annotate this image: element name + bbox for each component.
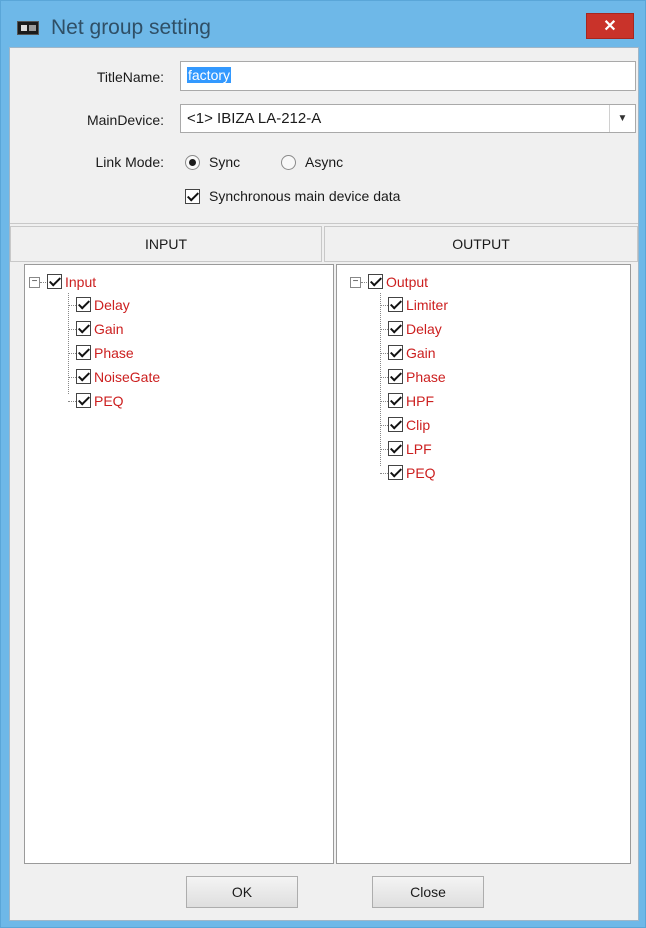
tree-node-label: Gain <box>406 345 436 361</box>
settings-form: TitleName: factory MainDevice: <1> IBIZA… <box>10 48 638 224</box>
clip-checkbox[interactable] <box>388 417 403 432</box>
peq-checkbox[interactable] <box>76 393 91 408</box>
tree-node-input-noisegate[interactable]: NoiseGate <box>76 367 276 387</box>
output-tree: − Output Limiter Delay Gain Phase HPF Cl… <box>336 264 631 864</box>
ok-button[interactable]: OK <box>186 876 298 908</box>
chevron-down-icon[interactable]: ▼ <box>609 105 635 132</box>
title-name-input[interactable]: factory <box>180 61 636 91</box>
tree-node-output-hpf[interactable]: HPF <box>388 391 588 411</box>
lpf-checkbox[interactable] <box>388 441 403 456</box>
tree-node-output-lpf[interactable]: LPF <box>388 439 588 459</box>
main-device-value: <1> IBIZA LA-212-A <box>187 110 322 127</box>
main-device-label: MainDevice: <box>86 112 164 128</box>
gain-checkbox[interactable] <box>388 345 403 360</box>
tree-node-output-clip[interactable]: Clip <box>388 415 588 435</box>
title-name-label: TitleName: <box>96 69 164 85</box>
tree-node-input-delay[interactable]: Delay <box>76 295 276 315</box>
radio-async-label: Async <box>305 154 344 170</box>
delay-checkbox[interactable] <box>76 297 91 312</box>
close-button[interactable]: Close <box>372 876 484 908</box>
tree-node-output[interactable]: Output <box>368 272 568 292</box>
noisegate-checkbox[interactable] <box>76 369 91 384</box>
title-bar[interactable]: Net group setting ✕ <box>1 1 645 47</box>
minus-box-icon[interactable]: − <box>350 277 361 288</box>
tree-node-label: Phase <box>94 345 134 361</box>
delay-checkbox[interactable] <box>388 321 403 336</box>
title-name-value: factory <box>187 67 232 83</box>
tree-node-label: Phase <box>406 369 446 385</box>
output-column-header: OUTPUT <box>324 226 638 262</box>
radio-async[interactable] <box>281 155 296 170</box>
tree-node-label: PEQ <box>406 465 436 481</box>
app-icon <box>17 21 39 35</box>
phase-checkbox[interactable] <box>388 369 403 384</box>
tree-node-output-phase[interactable]: Phase <box>388 367 588 387</box>
hpf-checkbox[interactable] <box>388 393 403 408</box>
dialog-body: TitleName: factory MainDevice: <1> IBIZA… <box>9 47 639 921</box>
radio-sync-label: Sync <box>209 154 241 170</box>
close-window-button[interactable]: ✕ <box>586 13 634 39</box>
radio-sync[interactable] <box>185 155 200 170</box>
sync-main-checkbox[interactable] <box>185 189 200 204</box>
minus-box-icon[interactable]: − <box>29 277 40 288</box>
tree-node-label: Delay <box>94 297 130 313</box>
tree-node-label: HPF <box>406 393 434 409</box>
dialog-window: Net group setting ✕ TitleName: factory M… <box>0 0 646 928</box>
tree-node-label: LPF <box>406 441 432 457</box>
sync-main-label: Synchronous main device data <box>209 188 401 204</box>
tree-node-input[interactable]: Input <box>47 272 247 292</box>
tree-node-label: Limiter <box>406 297 449 313</box>
tree-node-label: Clip <box>406 417 431 433</box>
output-checkbox[interactable] <box>368 274 383 289</box>
phase-checkbox[interactable] <box>76 345 91 360</box>
peq-checkbox[interactable] <box>388 465 403 480</box>
tree-node-output-gain[interactable]: Gain <box>388 343 588 363</box>
tree-node-label: Input <box>65 274 97 290</box>
main-device-select[interactable]: <1> IBIZA LA-212-A ▼ <box>180 104 636 133</box>
tree-node-output-limiter[interactable]: Limiter <box>388 295 588 315</box>
tree-node-label: Gain <box>94 321 124 337</box>
tree-node-input-gain[interactable]: Gain <box>76 319 276 339</box>
button-bar: OK Close <box>10 864 638 920</box>
close-icon: ✕ <box>603 18 617 35</box>
tree-node-output-peq[interactable]: PEQ <box>388 463 588 483</box>
tree-node-output-delay[interactable]: Delay <box>388 319 588 339</box>
tree-node-label: Delay <box>406 321 442 337</box>
tree-node-label: PEQ <box>94 393 124 409</box>
gain-checkbox[interactable] <box>76 321 91 336</box>
input-checkbox[interactable] <box>47 274 62 289</box>
limiter-checkbox[interactable] <box>388 297 403 312</box>
window-title: Net group setting <box>51 16 211 39</box>
input-column-header: INPUT <box>10 226 322 262</box>
link-mode-label: Link Mode: <box>95 154 164 170</box>
tree-node-label: Output <box>386 274 429 290</box>
tree-node-label: NoiseGate <box>94 369 161 385</box>
tree-node-input-peq[interactable]: PEQ <box>76 391 276 411</box>
tree-node-input-phase[interactable]: Phase <box>76 343 276 363</box>
input-tree: − Input Delay Gain Phase NoiseGate PEQ <box>24 264 334 864</box>
